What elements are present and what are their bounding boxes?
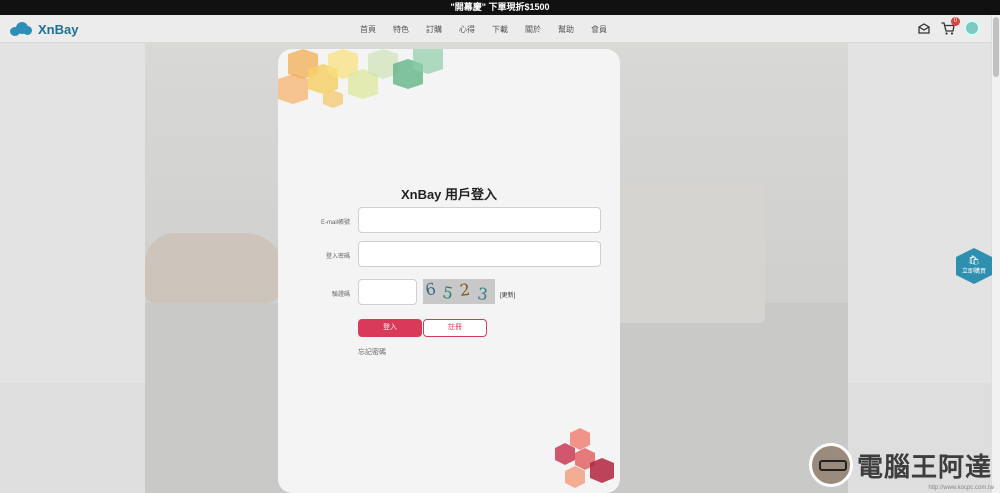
captcha-image: 6523 xyxy=(423,277,496,306)
mail-icon[interactable] xyxy=(916,20,932,36)
password-label: 登入密碼 xyxy=(325,254,350,260)
nav-link-member[interactable]: 會員 xyxy=(591,24,607,35)
captcha-refresh-link[interactable]: [更新] xyxy=(500,290,515,299)
buy-now-label: 立即購買 xyxy=(961,269,986,275)
watermark-url: http://www.kocpc.com.tw xyxy=(928,485,994,491)
logo[interactable]: XnBay xyxy=(10,20,78,38)
login-title: XnBay 用戶登入 xyxy=(400,187,498,202)
mascot-face-icon xyxy=(808,443,853,487)
captcha-label: 驗證碼 xyxy=(331,292,350,298)
nav-link-features[interactable]: 特色 xyxy=(393,24,409,35)
scrollbar-thumb[interactable] xyxy=(993,17,999,77)
nav-link-about[interactable]: 關於 xyxy=(525,24,541,35)
nav-link-download[interactable]: 下載 xyxy=(492,24,508,35)
promo-text: "開幕慶" 下單現折$1500 xyxy=(450,2,550,12)
logo-text: XnBay xyxy=(38,21,79,37)
email-label: E-mail帳號 xyxy=(320,220,350,226)
top-navbar: XnBay 首頁 特色 訂購 心得 下載 關於 幫助 會員 0 xyxy=(0,15,1000,43)
login-button[interactable]: 登入 xyxy=(358,319,422,337)
nav-link-reviews[interactable]: 心得 xyxy=(459,24,475,35)
cloud-logo-icon xyxy=(10,22,32,36)
page-scrollbar[interactable] xyxy=(991,15,1000,493)
cart-icon[interactable]: 0 xyxy=(940,17,960,36)
password-row: 登入密碼 xyxy=(278,241,620,267)
site-watermark: 電腦王阿達 xyxy=(808,443,992,487)
nav-actions: 0 xyxy=(916,17,980,36)
bag-icon: 🛍 xyxy=(968,255,980,265)
login-modal: XnBay 用戶登入 E-mail帳號 登入密碼 驗證碼 6523 [更新] 登… xyxy=(278,49,620,493)
register-button[interactable]: 註冊 xyxy=(423,319,487,337)
nav-link-home[interactable]: 首頁 xyxy=(360,24,376,35)
hex-pattern-decoration xyxy=(278,49,443,108)
main-nav: 首頁 特色 訂購 心得 下載 關於 幫助 會員 xyxy=(360,15,607,43)
promo-banner[interactable]: "開幕慶" 下單現折$1500 xyxy=(0,0,1000,15)
nav-link-help[interactable]: 幫助 xyxy=(558,24,574,35)
cart-count-badge: 0 xyxy=(951,17,960,26)
email-row: E-mail帳號 xyxy=(278,207,620,233)
captcha-field[interactable] xyxy=(358,279,417,305)
email-field[interactable] xyxy=(358,207,601,233)
nav-link-order[interactable]: 訂購 xyxy=(426,24,442,35)
hex-pattern-decoration-bottom xyxy=(555,428,614,488)
forgot-password-link[interactable]: 忘記密碼 xyxy=(358,347,386,357)
password-field[interactable] xyxy=(358,241,601,267)
captcha-row: 驗證碼 6523 [更新] xyxy=(278,277,620,306)
watermark-text: 電腦王阿達 xyxy=(856,451,992,482)
user-avatar[interactable] xyxy=(964,20,980,36)
